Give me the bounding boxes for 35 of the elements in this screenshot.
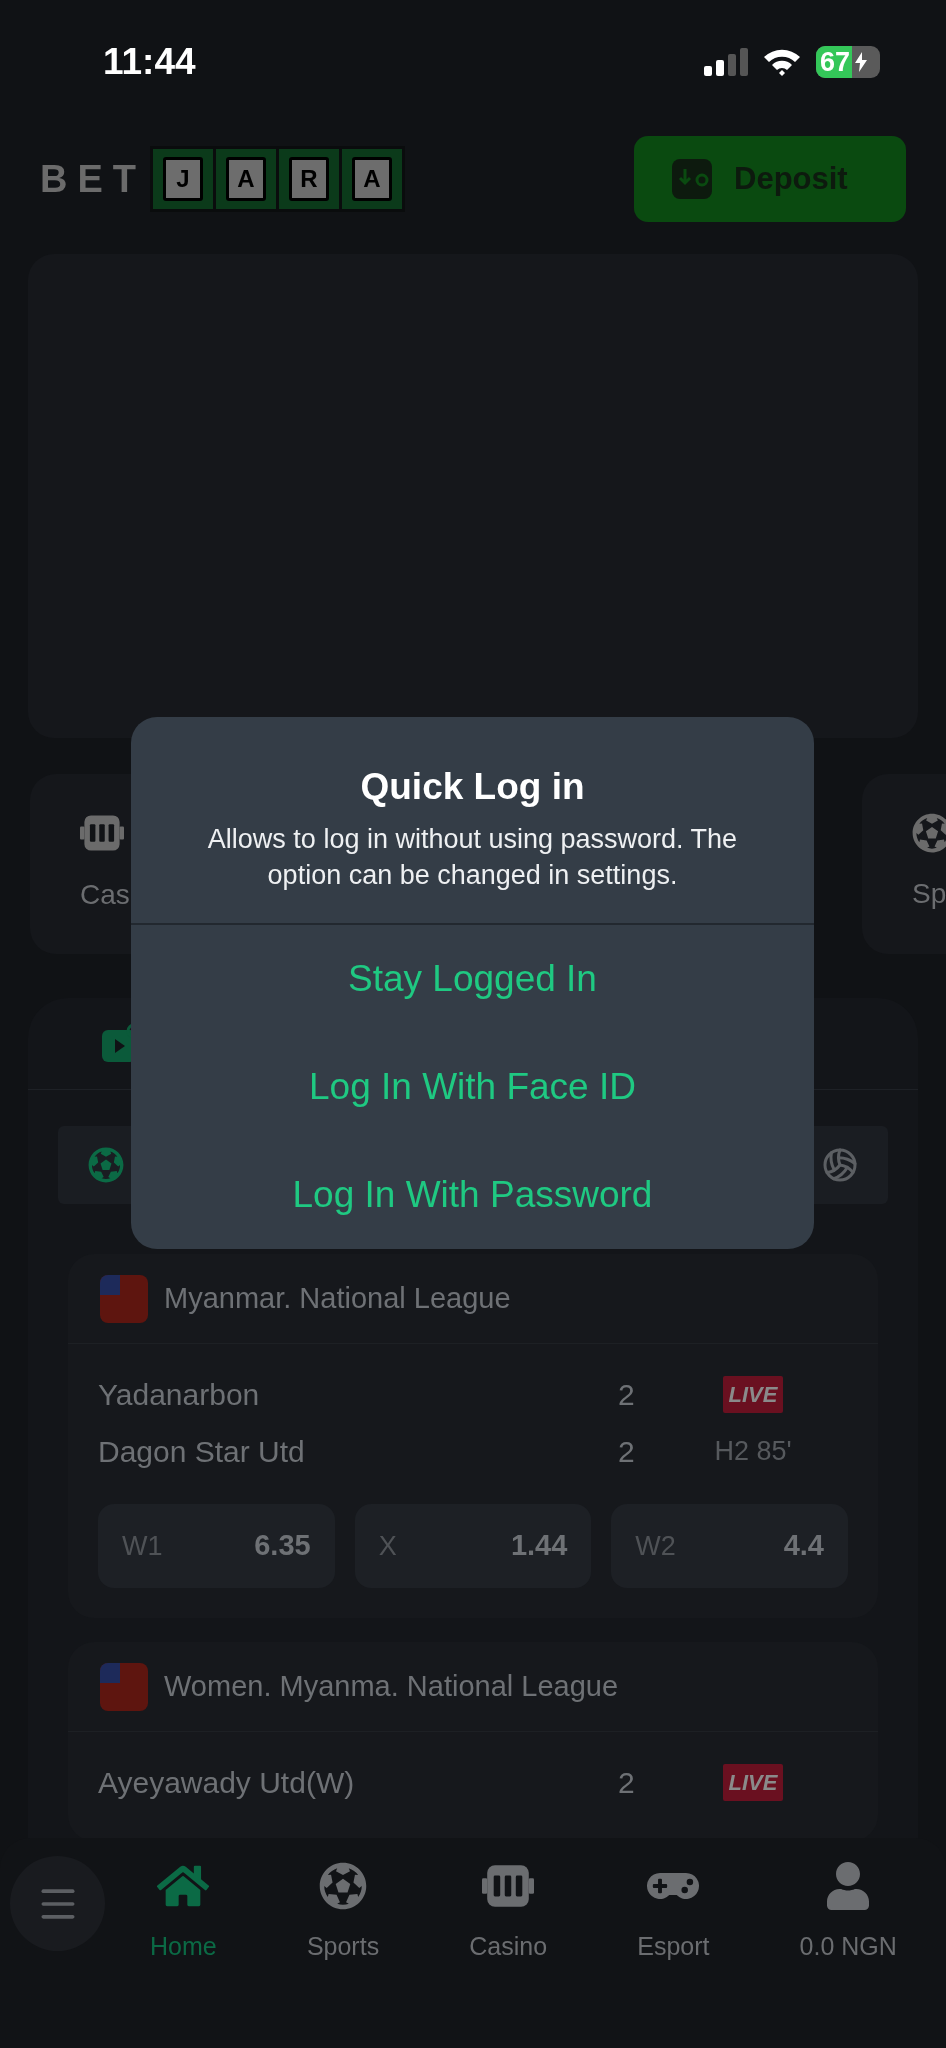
slot-machine-icon <box>80 812 124 854</box>
nav-tab[interactable]: 0.0 NGN <box>799 1856 897 1966</box>
slot-machine-icon <box>482 1862 535 1910</box>
charging-bolt-icon <box>855 52 868 72</box>
league-name: Myanmar. National League <box>164 1280 511 1316</box>
category-card[interactable]: Sp <box>862 774 946 954</box>
nav-tab[interactable]: Home <box>150 1856 217 1966</box>
team-score: 2 <box>618 1765 636 1801</box>
signal-icon <box>704 48 748 76</box>
live-badge: LIVE <box>722 1376 784 1413</box>
flag-icon <box>100 1274 148 1323</box>
team-name: Ayeyawady Utd(W) <box>98 1765 356 1801</box>
league-name: Women. Myanma. National League <box>164 1668 619 1704</box>
status-time: 11:44 <box>103 40 196 85</box>
dialog-option[interactable]: Log In With Password <box>131 1140 814 1249</box>
nav-tab[interactable]: Casino <box>469 1856 548 1966</box>
wallet-icon <box>672 159 712 199</box>
team-name: Dagon Star Utd <box>98 1434 306 1470</box>
category-label: Cas <box>80 878 130 912</box>
dialog-title: Quick Log in <box>360 765 585 809</box>
nav-tab[interactable]: Sports <box>306 1856 380 1966</box>
team-score: 2 <box>618 1377 636 1413</box>
nav-tab[interactable]: Esport <box>637 1856 710 1966</box>
flag-icon <box>100 1662 148 1711</box>
logo: BET J A R A <box>40 146 405 212</box>
wifi-icon <box>762 47 802 77</box>
team-name: Yadanarbon <box>98 1377 261 1413</box>
volleyball-tab[interactable] <box>822 1147 858 1183</box>
match-time: H2 85' <box>714 1435 792 1469</box>
battery-indicator: 67 <box>816 46 880 78</box>
dialog-option[interactable]: Log In With Face ID <box>131 1032 814 1141</box>
team-score: 2 <box>618 1434 636 1470</box>
category-label: Sp <box>912 877 946 911</box>
soccer-tab[interactable] <box>88 1147 124 1183</box>
live-badge: LIVE <box>722 1764 784 1801</box>
